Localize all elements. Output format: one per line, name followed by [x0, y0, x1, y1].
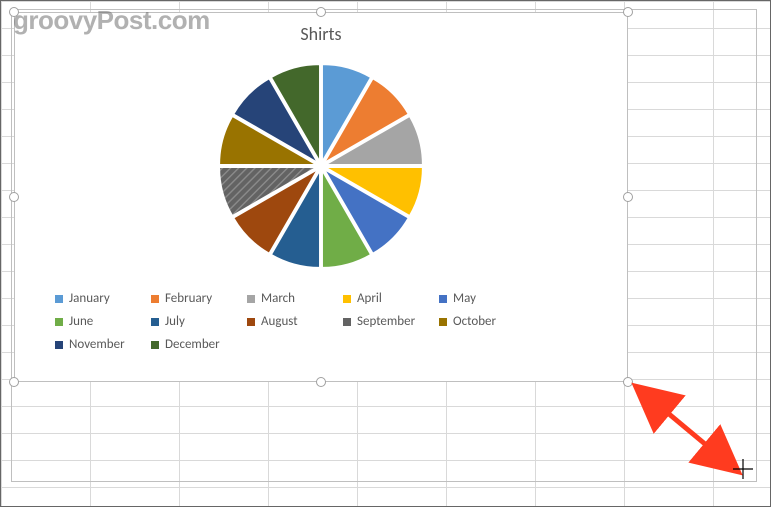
legend-label: January — [69, 291, 110, 306]
resize-handle-s[interactable] — [316, 377, 326, 387]
legend-label: April — [357, 291, 382, 306]
legend-item-october[interactable]: October — [439, 314, 515, 329]
pie-chart — [206, 51, 436, 281]
legend-swatch — [247, 318, 255, 326]
legend-label: September — [357, 314, 415, 329]
legend-item-august[interactable]: August — [247, 314, 323, 329]
chart-legend: January February March April May June July Augu… — [15, 281, 627, 352]
legend-label: July — [165, 314, 185, 329]
legend-swatch — [151, 295, 159, 303]
resize-cursor-icon — [731, 457, 755, 485]
legend-swatch — [343, 318, 351, 326]
legend-label: June — [69, 314, 93, 329]
watermark-text: groovyPost.com — [13, 5, 210, 36]
legend-label: October — [453, 314, 496, 329]
legend-swatch — [343, 295, 351, 303]
legend-label: August — [261, 314, 298, 329]
legend-label: February — [165, 291, 212, 306]
legend-swatch — [55, 341, 63, 349]
legend-swatch — [151, 318, 159, 326]
resize-handle-ne[interactable] — [623, 7, 633, 17]
legend-swatch — [439, 318, 447, 326]
legend-item-june[interactable]: June — [55, 314, 131, 329]
legend-swatch — [247, 295, 255, 303]
resize-handle-sw[interactable] — [9, 377, 19, 387]
legend-label: December — [165, 337, 220, 352]
resize-handle-e[interactable] — [623, 192, 633, 202]
legend-swatch — [55, 318, 63, 326]
pie-plot-area — [15, 49, 627, 281]
legend-item-november[interactable]: November — [55, 337, 131, 352]
legend-item-september[interactable]: September — [343, 314, 419, 329]
legend-item-december[interactable]: December — [151, 337, 227, 352]
resize-handle-w[interactable] — [9, 192, 19, 202]
legend-label: November — [69, 337, 125, 352]
resize-handle-n[interactable] — [316, 7, 326, 17]
legend-swatch — [439, 295, 447, 303]
legend-item-february[interactable]: February — [151, 291, 227, 306]
legend-item-january[interactable]: January — [55, 291, 131, 306]
legend-swatch — [151, 341, 159, 349]
legend-swatch — [55, 295, 63, 303]
chart-object[interactable]: Shirts JanuaryFebruaryMarchAprilMayJuneJ… — [14, 12, 628, 382]
legend-item-july[interactable]: July — [151, 314, 227, 329]
legend-item-may[interactable]: May — [439, 291, 515, 306]
legend-label: May — [453, 291, 476, 306]
legend-item-april[interactable]: April — [343, 291, 419, 306]
legend-label: March — [261, 291, 295, 306]
legend-item-march[interactable]: March — [247, 291, 323, 306]
